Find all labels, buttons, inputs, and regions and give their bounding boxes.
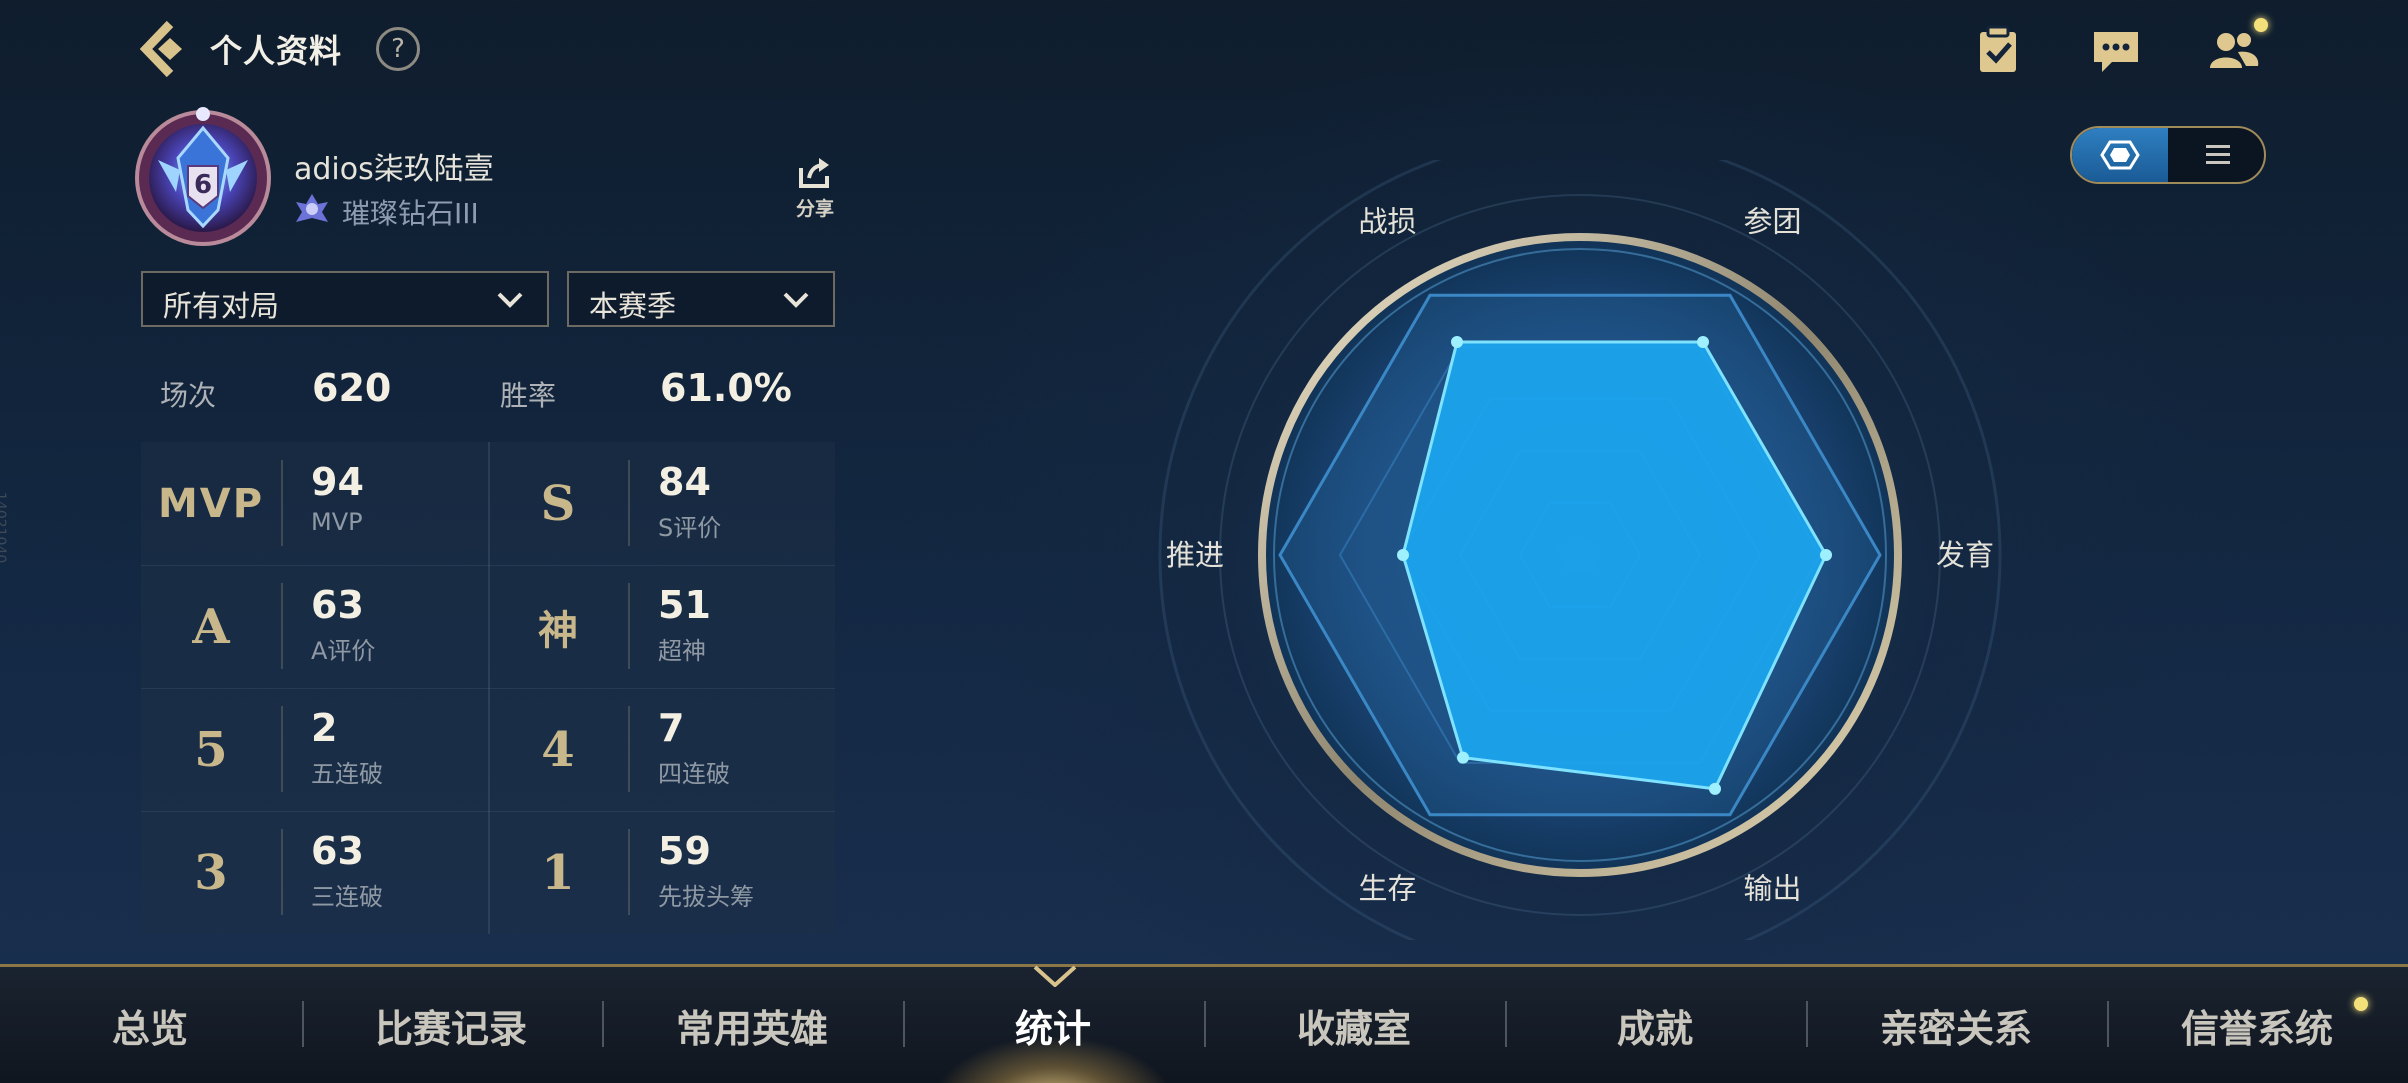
radar-view-option[interactable] [2072, 128, 2168, 182]
friends-icon[interactable] [2206, 22, 2262, 78]
radar-point-0 [1451, 335, 1463, 348]
radar-icon [2100, 140, 2140, 170]
page-title: 个人资料 [210, 32, 343, 70]
stat-cell-s-rating: S 84 S评价 [488, 442, 835, 566]
bottom-nav: 总览 比赛记录 常用英雄 统计 收藏室 成就 亲密关系 信誉系统 [0, 964, 2408, 1083]
season-dropdown-value: 本赛季 [589, 289, 677, 323]
notification-dot [2354, 997, 2368, 1011]
view-toggle[interactable] [2070, 126, 2266, 184]
tab-statistics[interactable]: 统计 [903, 967, 1203, 1083]
s-rating-emblem: S [540, 475, 576, 532]
stat-label: 超神 [658, 637, 706, 665]
season-dropdown[interactable]: 本赛季 [567, 271, 835, 327]
stat-value: 2 [311, 706, 338, 750]
tab-credit-system[interactable]: 信誉系统 [2107, 967, 2407, 1083]
notification-dot [2254, 18, 2268, 32]
winrate-value: 61.0% [660, 366, 792, 410]
stat-label: MVP [311, 508, 363, 536]
username: adios柒玖陆壹 [294, 152, 494, 187]
radar-point-3 [1709, 782, 1721, 795]
radar-axis-label-4: 生存 [1358, 871, 1416, 905]
stat-value: 84 [658, 460, 711, 504]
list-icon [2206, 145, 2230, 164]
stat-label: S评价 [658, 514, 722, 542]
stats-grid: MVP 94 MVP S 84 S评价 A 63 A评价 神 51 超神 5 2… [141, 442, 835, 934]
legendary-emblem: 神 [538, 607, 578, 654]
rank-text: 璀璨钻石III [342, 197, 479, 230]
games-label: 场次 [160, 379, 217, 412]
stat-value: 59 [658, 829, 711, 873]
radar-axis-label-1: 参团 [1743, 205, 1801, 239]
radar-point-2 [1820, 549, 1832, 561]
stat-cell-penta-kill: 5 2 五连破 [141, 688, 488, 812]
chat-message-icon[interactable] [2088, 22, 2144, 78]
tab-achievements[interactable]: 成就 [1505, 967, 1805, 1083]
radar-axis-label-5: 推进 [1166, 538, 1224, 572]
stat-cell-triple-kill: 3 63 三连破 [141, 811, 488, 934]
chevron-down-icon [497, 292, 523, 308]
mode-dropdown[interactable]: 所有对局 [141, 271, 549, 327]
stat-label: 三连破 [311, 883, 383, 911]
share-button[interactable]: 分享 [792, 156, 838, 222]
stat-label: A评价 [311, 637, 376, 665]
side-version-text: 14021040 [0, 492, 8, 564]
task-checklist-icon[interactable] [1970, 22, 2026, 78]
stat-label: 先拔头筹 [658, 883, 754, 911]
radar-point-5 [1397, 549, 1409, 561]
triple-kill-emblem: 3 [194, 844, 228, 901]
chevron-down-icon [783, 292, 809, 308]
radar-point-1 [1697, 335, 1709, 348]
stat-value: 94 [311, 460, 364, 504]
share-label: 分享 [795, 198, 834, 220]
stat-cell-legendary: 神 51 超神 [488, 565, 835, 689]
radar-axis-label-0: 战损 [1358, 205, 1416, 239]
help-icon[interactable]: ? [376, 27, 420, 71]
tab-match-history[interactable]: 比赛记录 [301, 967, 601, 1083]
radar-point-4 [1457, 751, 1469, 764]
diamond-rank-icon [292, 190, 332, 230]
stat-label: 五连破 [311, 760, 383, 788]
avatar[interactable]: 6 [128, 100, 278, 250]
penta-kill-emblem: 5 [194, 721, 228, 778]
stat-cell-a-rating: A 63 A评价 [141, 565, 488, 689]
stat-value: 7 [658, 706, 685, 750]
stat-label: 四连破 [658, 760, 730, 788]
first-blood-emblem: 1 [541, 844, 575, 901]
avatar-badge-number: 6 [194, 170, 212, 200]
radar-chart: 战损 参团发育输出 生存 推进 [1158, 160, 2002, 940]
list-view-option[interactable] [2170, 128, 2264, 182]
quadra-kill-emblem: 4 [541, 721, 575, 778]
mvp-emblem: MVP [157, 480, 265, 527]
tab-relationships[interactable]: 亲密关系 [1806, 967, 2106, 1083]
tab-collection[interactable]: 收藏室 [1204, 967, 1504, 1083]
tab-overview[interactable]: 总览 [0, 967, 300, 1083]
share-icon [799, 158, 829, 188]
games-value: 620 [312, 366, 392, 410]
mode-dropdown-value: 所有对局 [163, 289, 280, 323]
stat-cell-quadra-kill: 4 7 四连破 [488, 688, 835, 812]
back-arrow-icon [139, 20, 182, 78]
stat-cell-first-blood: 1 59 先拔头筹 [488, 811, 835, 934]
back-button[interactable] [139, 20, 194, 78]
stat-value: 63 [311, 829, 364, 873]
stat-value: 51 [658, 583, 711, 627]
tab-heroes[interactable]: 常用英雄 [602, 967, 902, 1083]
stat-cell-mvp: MVP 94 MVP [141, 442, 488, 566]
a-rating-emblem: A [192, 598, 230, 655]
radar-axis-label-2: 发育 [1936, 538, 1994, 572]
winrate-label: 胜率 [500, 379, 557, 412]
stat-value: 63 [311, 583, 364, 627]
radar-axis-label-3: 输出 [1743, 871, 1801, 905]
